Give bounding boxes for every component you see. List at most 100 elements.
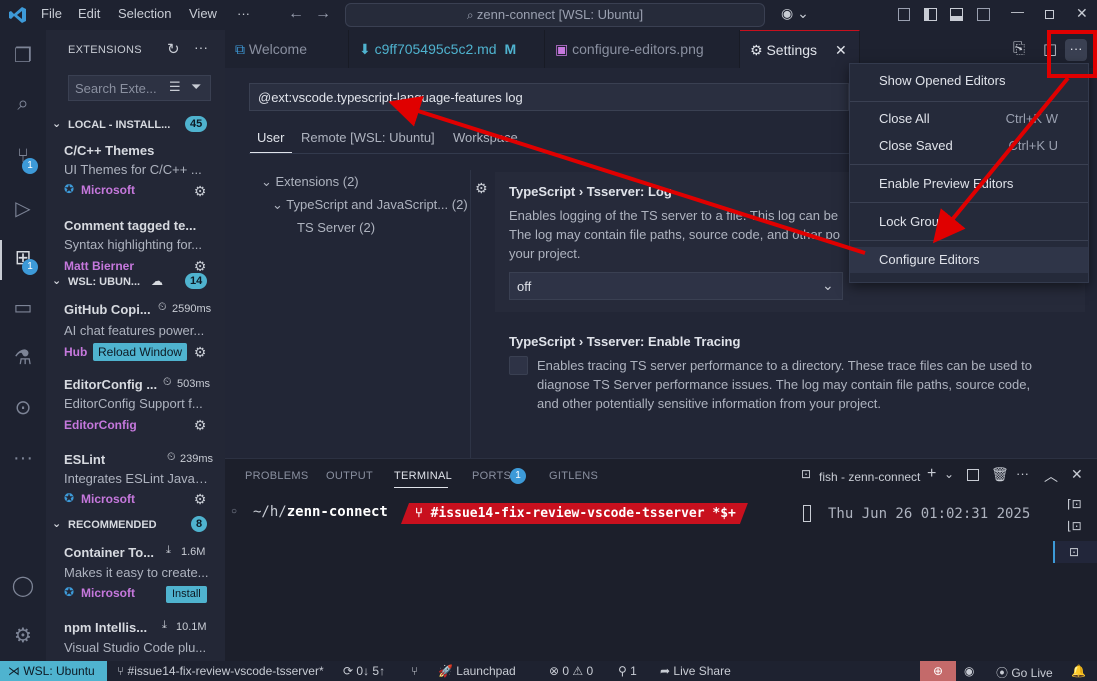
nav-forward-icon[interactable]: →	[315, 5, 331, 23]
extension-description: AI chat features power...	[64, 323, 205, 338]
terminal-name[interactable]: fish - zenn-connect	[819, 470, 920, 484]
menu-item-enable-preview-editors[interactable]: Enable Preview Editors	[850, 171, 1088, 197]
terminal-list-active[interactable]: ⊡	[1053, 541, 1097, 563]
copilot-status-icon[interactable]: ◉	[964, 664, 974, 678]
manage-gear-icon[interactable]: ⚙	[192, 417, 208, 433]
toggle-secondary-sidebar-icon[interactable]	[977, 8, 990, 21]
menu-view[interactable]: View	[189, 6, 217, 21]
chevron-down-icon[interactable]: ⌄	[944, 467, 954, 481]
section-local-installed[interactable]: ⌄ LOCAL - INSTALL... 45	[46, 114, 225, 136]
section-recommended[interactable]: ⌄ RECOMMENDED 8	[46, 514, 225, 536]
manage-gear-icon[interactable]: ⚙	[192, 491, 208, 507]
zoom-indicator[interactable]: ⊕	[920, 661, 956, 681]
scope-tab-remote[interactable]: Remote [WSL: Ubuntu]	[301, 130, 435, 145]
panel-tab-ports[interactable]: PORTS	[472, 470, 511, 482]
menu-item-close-all[interactable]: Close All Ctrl+K W	[850, 106, 1088, 132]
tab-welcome[interactable]: ⧉ Welcome	[225, 30, 349, 68]
menu-item-configure-editors[interactable]: Configure Editors	[850, 247, 1088, 273]
scope-tab-user[interactable]: User	[257, 130, 284, 145]
accounts-icon[interactable]: ◯	[9, 572, 37, 600]
extension-item[interactable]: GitHub Copi... ⏲ 2590ms AI chat features…	[46, 295, 225, 365]
kill-terminal-icon[interactable]: 🗑	[991, 466, 1009, 483]
reload-window-button[interactable]: Reload Window	[93, 343, 188, 361]
toggle-panel-icon[interactable]	[950, 8, 963, 21]
status-branch[interactable]: ⑂ #issue14-fix-review-vscode-tsserver*	[117, 664, 324, 678]
terminal-list-icon[interactable]: ⌊⊡	[1067, 519, 1082, 533]
copilot-icon[interactable]: ◉ ⌄	[781, 5, 809, 22]
settings-search-input[interactable]: @ext:vscode.typescript-language-features…	[249, 83, 849, 111]
extension-item[interactable]: EditorConfig ... ⏲ 503ms EditorConfig Su…	[46, 370, 225, 440]
install-button[interactable]: Install	[166, 586, 207, 603]
layout-customize-icon[interactable]	[898, 8, 910, 21]
enable-tracing-checkbox[interactable]	[509, 356, 528, 375]
maximize-panel-icon[interactable]: ︿	[1044, 466, 1058, 486]
toggle-sidebar-icon[interactable]	[924, 8, 937, 21]
panel-tab-problems[interactable]: PROBLEMS	[245, 470, 309, 482]
run-debug-icon[interactable]: ▷	[9, 195, 37, 223]
status-problems[interactable]: ⊗ 0 ⚠ 0	[549, 664, 593, 678]
remote-explorer-icon[interactable]: ▭	[9, 294, 37, 322]
nav-back-icon[interactable]: ←	[288, 5, 304, 23]
close-tab-icon[interactable]: ✕	[835, 42, 847, 58]
explorer-icon[interactable]: ❐	[9, 42, 37, 70]
search-icon[interactable]: ⌕	[9, 90, 37, 118]
extensions-search-input[interactable]: Search Exte... ☰ ⏷	[68, 75, 211, 101]
terminal-list-icon[interactable]: ⌈⊡	[1067, 497, 1082, 511]
tab-markdown-file[interactable]: ⬇ c9ff705495c5c2.md M	[349, 30, 545, 68]
status-gitlens-icon[interactable]: ⑂	[411, 664, 418, 678]
tab-image-file[interactable]: ▣ configure-editors.png	[545, 30, 740, 68]
refresh-icon[interactable]: ↻	[167, 40, 180, 58]
status-ports[interactable]: ⚲ 1	[618, 664, 637, 678]
menu-more[interactable]: ···	[237, 6, 250, 21]
gitlens-icon[interactable]: ⊙	[9, 394, 37, 422]
setting-gear-icon[interactable]: ⚙	[475, 180, 488, 197]
status-launchpad[interactable]: 🚀 Launchpad	[438, 664, 516, 678]
manage-gear-icon[interactable]: ⚙	[9, 622, 37, 650]
manage-gear-icon[interactable]: ⚙	[192, 183, 208, 199]
toc-item-typescript[interactable]: ⌄ TypeScript and JavaScript... (2)	[272, 197, 468, 213]
more-actions-icon[interactable]: ···	[1016, 466, 1029, 481]
panel-tab-terminal[interactable]: TERMINAL	[394, 470, 452, 482]
minimize-icon[interactable]: —	[1011, 4, 1024, 19]
tsserver-log-select[interactable]: off ⌄	[509, 272, 843, 300]
more-views-icon[interactable]: ···	[9, 444, 37, 472]
tab-settings[interactable]: ⚙ Settings ✕	[740, 30, 860, 68]
maximize-icon[interactable]	[1045, 10, 1054, 19]
extension-item[interactable]: Comment tagged te... Syntax highlighting…	[46, 213, 225, 274]
menu-item-lock-group[interactable]: Lock Group	[850, 209, 1088, 235]
more-actions-icon[interactable]: ···	[194, 39, 208, 55]
open-settings-json-icon[interactable]: ⎘	[1013, 40, 1025, 57]
manage-gear-icon[interactable]: ⚙	[192, 344, 208, 360]
status-golive[interactable]: ⦿ Go Live	[996, 664, 1053, 681]
prompt-time: Thu Jun 26 01:02:31 2025	[828, 506, 1031, 522]
split-terminal-icon[interactable]	[967, 469, 979, 481]
menu-item-close-saved[interactable]: Close Saved Ctrl+K U	[850, 133, 1088, 159]
extension-item[interactable]: ESLint ⏲ 239ms Integrates ESLint JavaS..…	[46, 444, 225, 514]
new-terminal-icon[interactable]: +	[927, 465, 936, 483]
close-window-icon[interactable]: ✕	[1076, 5, 1088, 22]
menu-edit[interactable]: Edit	[78, 6, 100, 21]
status-sync[interactable]: ⟳ 0↓ 5↑	[343, 664, 385, 678]
clear-filter-icon[interactable]: ☰	[169, 79, 181, 95]
extension-item[interactable]: C/C++ Themes UI Themes for C/C++ ... ✪ M…	[46, 138, 225, 208]
extension-item[interactable]: Container To... ⤓ 1.6M Makes it easy to …	[46, 538, 225, 608]
notifications-bell-icon[interactable]: 🔔	[1071, 664, 1086, 678]
toc-item-extensions[interactable]: ⌄ Extensions (2)	[261, 174, 359, 190]
menu-selection[interactable]: Selection	[118, 6, 171, 21]
menu-file[interactable]: File	[41, 6, 62, 21]
scope-tab-workspace[interactable]: Workspace	[453, 130, 518, 145]
toc-item-tsserver[interactable]: TS Server (2)	[297, 220, 375, 235]
error-icon: ⊗	[549, 664, 563, 678]
filter-icon[interactable]: ⏷	[191, 79, 201, 95]
panel-tab-output[interactable]: OUTPUT	[326, 470, 373, 482]
extension-description: UI Themes for C/C++ ...	[64, 162, 202, 177]
extension-item[interactable]: npm Intellis... ⤓ 10.1M Visual Studio Co…	[46, 613, 225, 661]
panel-tab-gitlens[interactable]: GITLENS	[549, 470, 598, 482]
close-panel-icon[interactable]: ✕	[1071, 466, 1083, 483]
command-center[interactable]: ⌕ zenn-connect [WSL: Ubuntu]	[345, 3, 765, 27]
testing-icon[interactable]: ⚗	[9, 344, 37, 372]
status-liveshare[interactable]: ➦ Live Share	[660, 664, 731, 678]
remote-indicator[interactable]: ⋊ WSL: Ubuntu	[0, 661, 107, 681]
cloud-download-icon[interactable]: ☁	[151, 274, 163, 288]
section-wsl[interactable]: ⌄ WSL: UBUN... ☁ 14	[46, 271, 225, 293]
